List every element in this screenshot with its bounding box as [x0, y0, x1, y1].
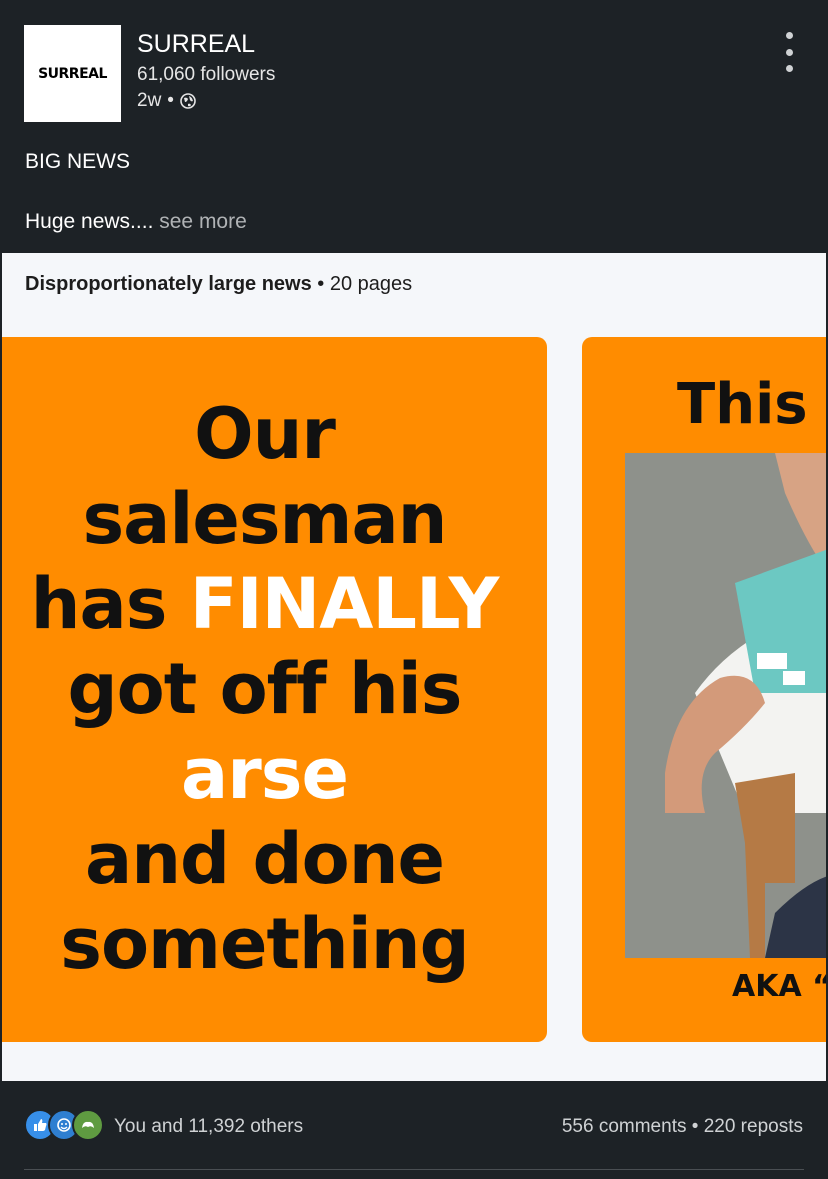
globe-icon: [180, 93, 196, 109]
reposts-count[interactable]: 220 reposts: [704, 1116, 803, 1137]
post-header: SURREAL SURREAL 61,060 followers 2w •: [0, 0, 828, 140]
more-options-icon[interactable]: [776, 32, 802, 72]
meta-separator: •: [167, 90, 174, 111]
reactions-summary[interactable]: You and 11,392 others: [114, 1116, 303, 1138]
headline-line-4: got off his: [67, 648, 463, 730]
post-time: 2w: [137, 90, 162, 111]
reaction-icons[interactable]: [24, 1109, 106, 1141]
headline-highlight-arse: arse: [181, 733, 349, 815]
document-separator: •: [317, 273, 330, 295]
post-meta: 2w •: [137, 90, 196, 112]
document-header: Disproportionately large news • 20 pages: [25, 273, 412, 296]
headline-line-3: has FINALLY: [2, 562, 547, 647]
person-photo-image: [625, 453, 826, 958]
post-body: Huge news.... see more: [25, 210, 247, 234]
company-name[interactable]: SURREAL: [137, 30, 255, 59]
slide-1-headline: Our salesman has FINALLY got off his ars…: [2, 392, 547, 987]
headline-line-1: Our: [194, 393, 336, 475]
headline-line-7: something: [60, 903, 469, 985]
headline-line-6: and done: [84, 818, 445, 900]
logo-text: SURREAL: [38, 65, 107, 82]
slide-2-caption: AKA “: [732, 969, 826, 1004]
slide-2-title: This: [677, 372, 808, 437]
engagement-stats: 556 comments • 220 reposts: [562, 1116, 803, 1138]
document-page-count: 20 pages: [329, 273, 413, 295]
comments-count[interactable]: 556 comments: [562, 1116, 687, 1137]
slide-2-photo: [625, 453, 826, 958]
see-more-link[interactable]: see more: [159, 210, 247, 233]
post-body-text: Huge news....: [25, 210, 154, 233]
document-title: Disproportionately large news: [25, 273, 312, 295]
headline-highlight-finally: FINALLY: [189, 563, 500, 645]
company-logo[interactable]: SURREAL: [24, 25, 121, 122]
document-slide-1[interactable]: Our salesman has FINALLY got off his ars…: [2, 337, 547, 1042]
post-footer: You and 11,392 others 556 comments • 220…: [0, 1081, 828, 1179]
document-slide-2[interactable]: This AKA “: [582, 337, 826, 1042]
document-carousel[interactable]: Disproportionately large news • 20 pages…: [2, 253, 826, 1081]
follower-count: 61,060 followers: [137, 64, 276, 85]
stats-separator: •: [691, 1116, 704, 1137]
headline-line-2: salesman: [82, 478, 447, 560]
post-title: BIG NEWS: [25, 150, 131, 173]
footer-divider: [24, 1169, 804, 1170]
support-icon: [72, 1109, 104, 1141]
headline-line-3a: has: [30, 563, 168, 645]
